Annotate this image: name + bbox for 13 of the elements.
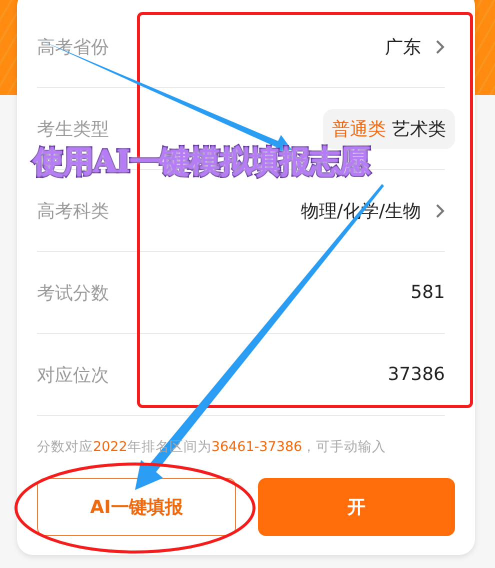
type-option[interactable]: 普通类: [329, 114, 389, 142]
field-value: 581: [410, 282, 445, 303]
start-button[interactable]: 开: [258, 478, 455, 536]
field-label: 对应位次: [37, 364, 109, 386]
field-label: 高考科类: [37, 200, 109, 222]
field-label: 考试分数: [37, 282, 109, 304]
field-value: 广东: [385, 36, 421, 58]
chevron-right-icon[interactable]: [435, 38, 445, 54]
field-value: 37386: [388, 364, 445, 385]
chevron-right-icon[interactable]: [435, 202, 445, 218]
ai-fill-button[interactable]: AI一键填报: [37, 478, 236, 536]
field-label: 考生类型: [37, 118, 109, 140]
type-option[interactable]: 艺术类: [389, 114, 449, 142]
